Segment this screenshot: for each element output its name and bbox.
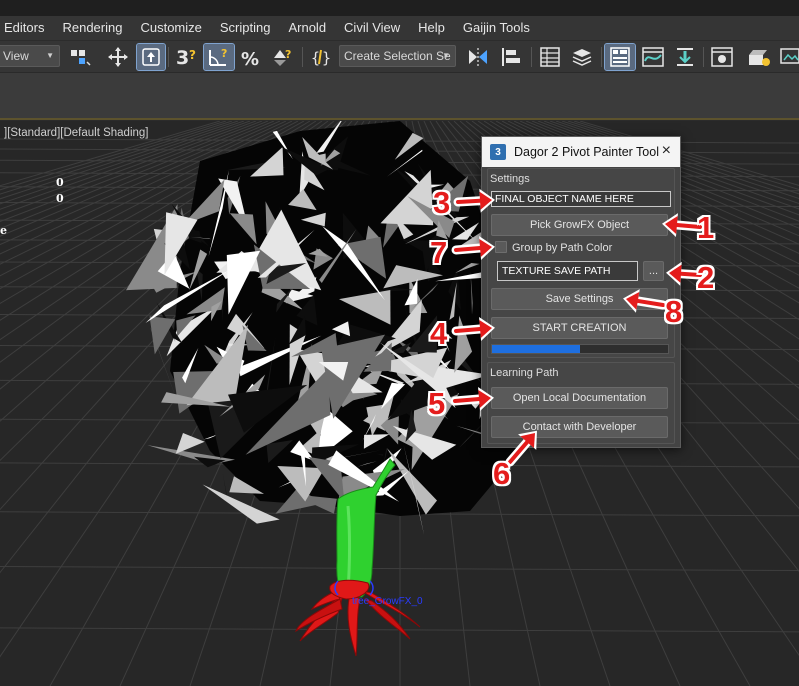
chevron-down-icon: ▼ [46,51,54,60]
toolbar-separator [601,47,602,67]
object-name-field[interactable]: FINAL OBJECT NAME HERE [491,191,671,207]
create-selection-set-dropdown[interactable]: Create Selection Se ▼ [339,45,456,67]
menu-item-help[interactable]: Help [409,16,454,40]
group-by-path-color-label: Group by Path Color [512,242,613,254]
annotation-number-1: 1 [697,210,715,245]
schematic-view-icon[interactable] [671,44,699,70]
menu-item-rendering[interactable]: Rendering [53,16,131,40]
annotation-number-8: 8 [665,294,683,329]
curve-editor-icon[interactable] [639,44,667,70]
tree-roots [294,579,421,657]
toggle-ribbon-icon[interactable] [604,43,636,71]
svg-text:}: } [322,49,331,67]
object-name-label: tree_GrowFX_0 [352,596,423,607]
annotation-number-3: 3 [433,185,451,220]
render-icon[interactable] [778,44,799,70]
scene-explorer-icon[interactable] [536,44,564,70]
main-toolbar: View ▼ 3? ? % ? {} Create Selection Se ▼ [0,40,799,72]
contact-developer-button[interactable]: Contact with Developer [491,416,668,438]
pivot-painter-window: 3 Dagor 2 Pivot Painter Tool × Settings … [481,136,681,448]
svg-text:?: ? [189,48,196,62]
select-link-icon[interactable] [66,44,94,70]
creation-progress-bar [491,344,669,354]
mirror-icon[interactable] [464,44,492,70]
browse-path-button[interactable]: ... [643,261,664,281]
move-icon[interactable] [104,44,132,70]
annotation-number-7: 7 [430,235,448,270]
chevron-down-icon: ▼ [442,51,450,60]
annotation-number-2: 2 [697,260,715,295]
select-object-icon[interactable] [136,43,166,71]
start-creation-button[interactable]: START CREATION [491,317,668,339]
annotation-number-6: 6 [493,456,511,491]
annotation-number-5: 5 [428,386,446,421]
texture-save-path-field[interactable]: TEXTURE SAVE PATH [497,261,638,281]
svg-text:3: 3 [176,47,189,69]
ribbon-panel [0,72,799,120]
render-setup-icon[interactable] [745,44,773,70]
3dsmax-app-icon: 3 [490,144,506,160]
percent-snap-icon[interactable]: % [238,44,266,70]
snap-3d-icon[interactable]: 3? [173,44,201,70]
toolbar-separator [302,47,303,67]
toolbar-separator [168,47,169,67]
view-dropdown[interactable]: View ▼ [0,45,60,67]
window-titlebar[interactable]: 3 Dagor 2 Pivot Painter Tool × [482,137,680,167]
open-documentation-button[interactable]: Open Local Documentation [491,387,668,409]
window-title-strip [0,0,799,16]
svg-text:?: ? [285,48,291,61]
create-selection-set-label: Create Selection Se [344,49,451,63]
tree-foliage [126,121,523,536]
menu-item-gaijin-tools[interactable]: Gaijin Tools [454,16,539,40]
menu-item-arnold[interactable]: Arnold [279,16,335,40]
spinner-snap-icon[interactable]: ? [269,44,297,70]
menu-item-editors[interactable]: Editors [0,16,53,40]
learning-path-label: Learning Path [490,367,559,379]
window-title: Dagor 2 Pivot Painter Tool [514,145,659,159]
align-icon[interactable] [497,44,525,70]
svg-text:%: % [241,49,259,68]
save-settings-button[interactable]: Save Settings [491,288,668,310]
svg-text:?: ? [221,47,227,60]
annotation-number-4: 4 [430,316,448,351]
group-by-path-color-checkbox[interactable] [495,241,507,253]
settings-group-label: Settings [490,173,530,185]
progress-fill [492,345,580,353]
menu-item-customize[interactable]: Customize [131,16,210,40]
named-selection-icon[interactable]: {} [309,44,335,70]
menu-bar: Editors Rendering Customize Scripting Arnold… [0,16,799,40]
angle-snap-icon[interactable]: ? [203,43,235,71]
material-editor-icon[interactable] [708,44,736,70]
svg-text:{: { [311,49,320,67]
pick-growfx-object-button[interactable]: Pick GrowFX Object [491,214,668,236]
view-dropdown-label: View [3,49,29,63]
toolbar-separator [703,47,704,67]
menu-item-civil-view[interactable]: Civil View [335,16,409,40]
close-icon[interactable]: × [662,143,671,159]
layer-explorer-icon[interactable] [568,44,596,70]
toolbar-separator [531,47,532,67]
menu-item-scripting[interactable]: Scripting [211,16,280,40]
